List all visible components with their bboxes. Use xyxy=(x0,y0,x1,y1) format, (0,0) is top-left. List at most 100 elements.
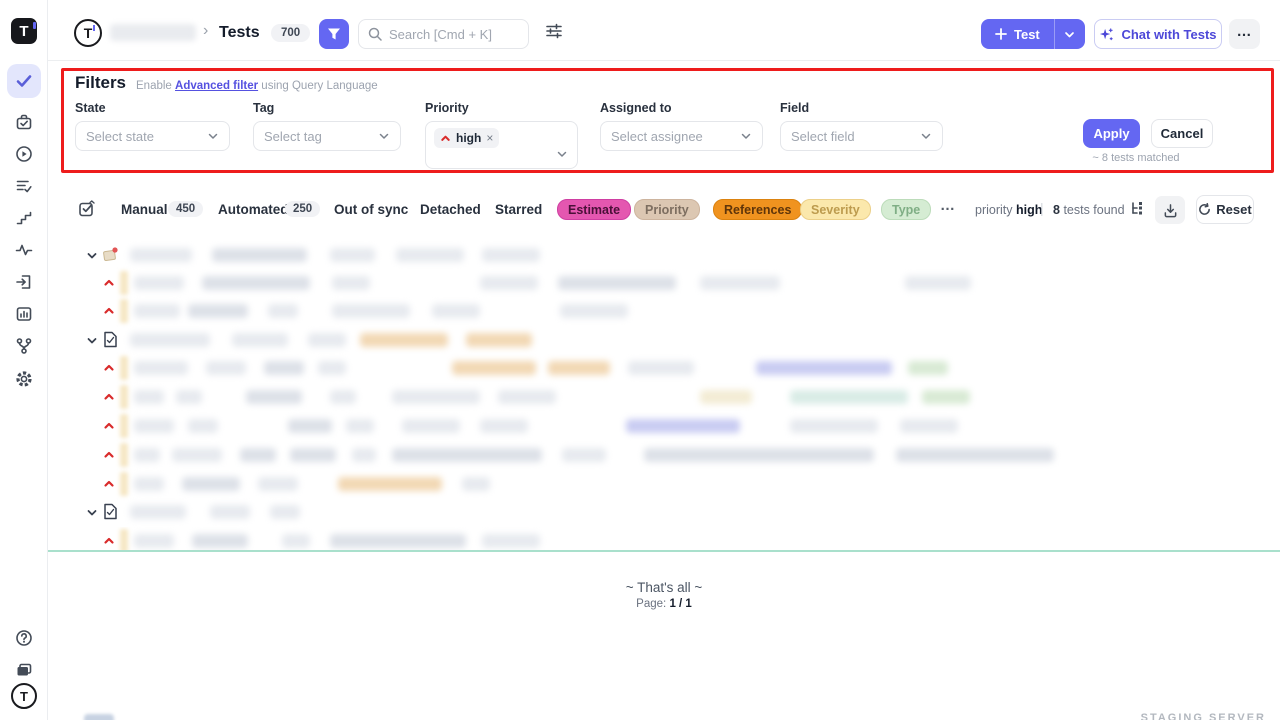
tab-detached[interactable]: Detached xyxy=(420,202,481,217)
badge-priority[interactable]: Priority xyxy=(634,199,700,220)
sidebar-item-activity[interactable] xyxy=(7,233,41,267)
suite-row[interactable] xyxy=(0,241,1280,269)
sidebar-item-pipelines[interactable] xyxy=(7,329,41,363)
search-box[interactable] xyxy=(358,19,529,49)
view-settings-icon[interactable] xyxy=(545,22,563,40)
project-name-redacted[interactable] xyxy=(110,24,196,41)
priority-select[interactable]: high × xyxy=(425,121,578,169)
chevron-down-icon xyxy=(556,148,568,160)
breadcrumb-tests[interactable]: Tests xyxy=(219,24,260,42)
plus-icon xyxy=(995,28,1007,40)
checklist-icon xyxy=(15,177,33,195)
pagination-text: Page: 1 / 1 xyxy=(48,598,1280,610)
sidebar-item-plans[interactable] xyxy=(7,169,41,203)
filter-group-field: Field Select field xyxy=(780,101,943,151)
test-row[interactable] xyxy=(0,354,1280,382)
tab-manual[interactable]: Manual xyxy=(121,202,168,217)
runs-play-icon xyxy=(15,145,33,163)
sidebar-item-projects[interactable] xyxy=(7,653,41,687)
sparkles-icon xyxy=(1099,27,1114,42)
new-test-split-button[interactable]: Test xyxy=(981,19,1085,49)
suite-row[interactable] xyxy=(0,326,1280,354)
tests-count-badge: 700 xyxy=(271,24,310,42)
test-row[interactable] xyxy=(0,470,1280,498)
priority-high-icon xyxy=(103,535,115,547)
new-test-dropdown-button[interactable] xyxy=(1055,19,1085,49)
suite-file-icon xyxy=(103,331,118,348)
filter-summary: priority high xyxy=(975,203,1042,217)
filter-group-priority: Priority high × xyxy=(425,101,578,169)
analytics-icon xyxy=(15,305,33,323)
apply-button[interactable]: Apply xyxy=(1083,119,1140,148)
refresh-icon xyxy=(1198,203,1211,216)
collapse-chevron-icon[interactable] xyxy=(86,335,98,347)
collapse-chevron-icon[interactable] xyxy=(86,250,98,262)
tag-select[interactable]: Select tag xyxy=(253,121,401,151)
left-sidebar: T T xyxy=(0,0,48,720)
priority-high-icon xyxy=(103,478,115,490)
filters-hint: Enable Advanced filter using Query Langu… xyxy=(136,80,378,92)
topbar-more-button[interactable]: … xyxy=(1229,19,1260,49)
badge-estimate[interactable]: Estimate xyxy=(557,199,631,220)
sidebar-item-import[interactable] xyxy=(7,265,41,299)
priority-high-icon xyxy=(103,362,115,374)
field-select[interactable]: Select field xyxy=(780,121,943,151)
badge-severity[interactable]: Severity xyxy=(800,199,871,220)
sidebar-item-help[interactable] xyxy=(7,621,41,655)
summary-divider: | xyxy=(1040,200,1044,216)
tree-view-icon[interactable] xyxy=(1130,201,1146,217)
chat-with-tests-button[interactable]: Chat with Tests xyxy=(1094,19,1222,49)
project-avatar[interactable]: T xyxy=(74,19,102,47)
select-all-icon[interactable] xyxy=(78,200,96,218)
download-icon xyxy=(1163,203,1178,218)
badge-references[interactable]: References xyxy=(713,199,802,220)
priority-high-icon xyxy=(103,420,115,432)
search-input[interactable] xyxy=(389,27,519,42)
new-test-button[interactable]: Test xyxy=(981,19,1054,49)
automated-count-badge: 250 xyxy=(285,201,320,217)
reset-button[interactable]: Reset xyxy=(1196,195,1254,224)
cancel-button[interactable]: Cancel xyxy=(1151,119,1213,148)
suite-row[interactable] xyxy=(0,498,1280,526)
sidebar-item-suites[interactable] xyxy=(7,105,41,139)
priority-high-icon xyxy=(103,449,115,461)
priority-high-icon xyxy=(103,305,115,317)
test-row[interactable] xyxy=(0,412,1280,440)
logo-circle-icon[interactable]: T xyxy=(11,683,37,709)
tests-check-icon xyxy=(15,72,33,90)
filter-group-assigned: Assigned to Select assignee xyxy=(600,101,763,151)
tests-found-text: 8 tests found xyxy=(1053,203,1125,217)
help-icon xyxy=(15,629,33,647)
test-row[interactable] xyxy=(0,383,1280,411)
badges-more-button[interactable]: … xyxy=(940,197,956,214)
remove-chip-icon[interactable]: × xyxy=(486,131,493,145)
pulse-icon xyxy=(15,241,33,259)
sidebar-item-runs[interactable] xyxy=(7,137,41,171)
chevron-down-icon xyxy=(378,130,390,142)
suite-file-icon xyxy=(103,503,118,520)
tab-out-of-sync[interactable]: Out of sync xyxy=(334,202,408,217)
sidebar-item-tests[interactable] xyxy=(7,64,41,98)
priority-high-icon xyxy=(103,277,115,289)
sidebar-item-settings[interactable] xyxy=(7,362,41,396)
filter-toggle-button[interactable] xyxy=(319,19,349,49)
state-select[interactable]: Select state xyxy=(75,121,230,151)
collapse-chevron-icon[interactable] xyxy=(86,507,98,519)
tab-starred[interactable]: Starred xyxy=(495,202,542,217)
test-row[interactable] xyxy=(0,297,1280,325)
settings-gear-icon xyxy=(15,370,33,388)
export-download-button[interactable] xyxy=(1155,196,1185,224)
test-row[interactable] xyxy=(0,269,1280,297)
chevron-down-icon xyxy=(207,130,219,142)
assignee-select[interactable]: Select assignee xyxy=(600,121,763,151)
field-label: Field xyxy=(780,101,943,115)
sidebar-item-steps[interactable] xyxy=(7,201,41,235)
advanced-filter-link[interactable]: Advanced filter xyxy=(175,80,258,92)
badge-type[interactable]: Type xyxy=(881,199,931,220)
priority-chip-high[interactable]: high × xyxy=(434,128,499,148)
suite-tag-icon xyxy=(102,246,119,263)
tab-automated[interactable]: Automated xyxy=(218,202,289,217)
test-row[interactable] xyxy=(0,441,1280,469)
test-row[interactable] xyxy=(0,527,1280,550)
sidebar-item-reports[interactable] xyxy=(7,297,41,331)
